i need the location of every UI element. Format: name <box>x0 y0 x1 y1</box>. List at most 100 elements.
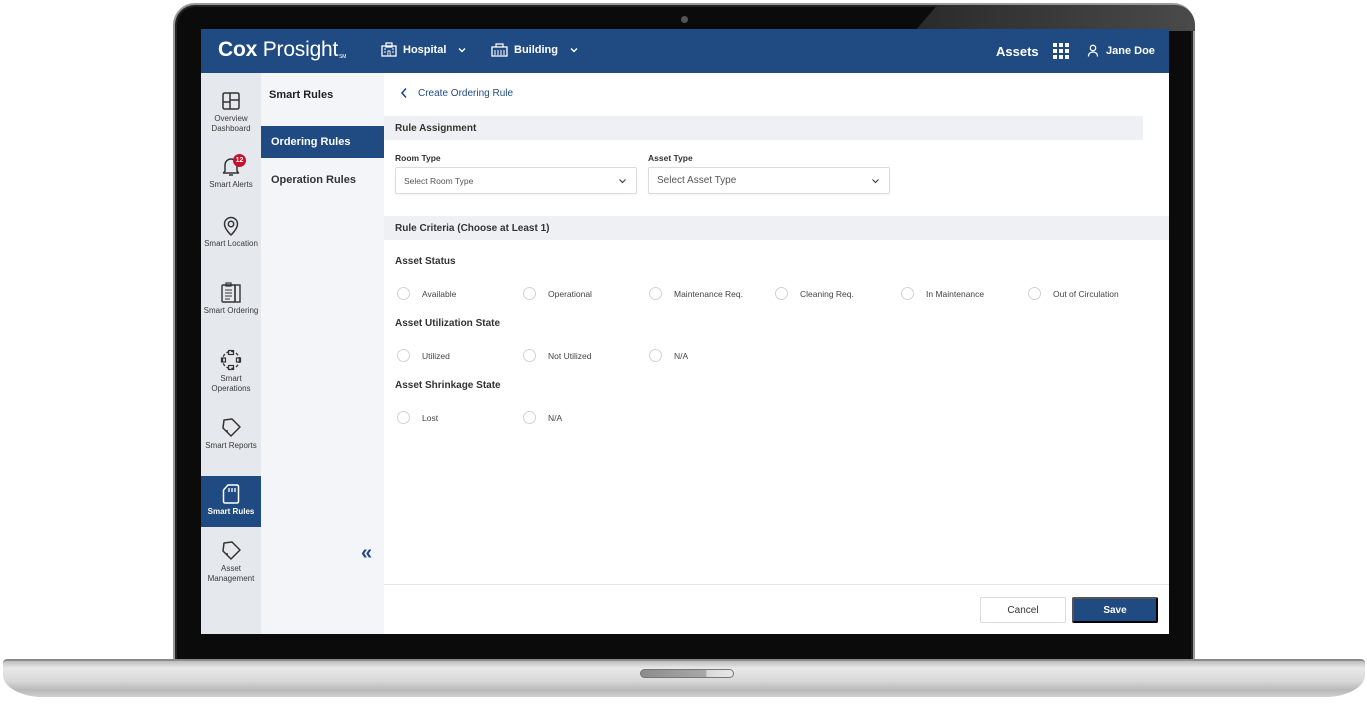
rule-assignment-header: Rule Assignment <box>384 116 1143 140</box>
room-type-placeholder: Select Room Type <box>404 175 474 186</box>
laptop-base <box>3 659 1365 697</box>
radio-circle[interactable] <box>523 287 536 300</box>
dashboard-icon <box>222 92 240 110</box>
radio-utilization-na[interactable]: N/A <box>649 349 688 362</box>
radio-circle[interactable] <box>523 349 536 362</box>
assets-link[interactable]: Assets <box>996 44 1039 59</box>
rail-item-smart-ordering[interactable]: Smart Ordering <box>201 282 261 333</box>
building-dropdown[interactable]: Building <box>491 42 579 57</box>
radio-label: N/A <box>548 412 563 423</box>
hospital-label: Hospital <box>403 43 447 56</box>
clipboard-icon <box>221 282 241 303</box>
radio-lost[interactable]: Lost <box>397 411 438 424</box>
back-link[interactable]: Create Ordering Rule <box>400 87 513 99</box>
radio-circle[interactable] <box>397 287 410 300</box>
rail-label: Smart Operations <box>211 374 251 393</box>
hospital-dropdown[interactable]: Hospital <box>381 42 467 57</box>
radio-in-maintenance[interactable]: In Maintenance <box>901 287 984 300</box>
radio-label: In Maintenance <box>926 288 985 299</box>
icon-rail: Overview Dashboard 12 Smart Alerts Smart… <box>201 73 261 634</box>
radio-out-of-circulation[interactable]: Out of Circulation <box>1028 287 1119 300</box>
building-icon <box>491 43 508 57</box>
brand-mark: SM <box>339 54 347 60</box>
radio-label: Utilized <box>422 350 450 361</box>
asset-type-label: Asset Type <box>648 153 693 163</box>
app-grid-icon[interactable] <box>1053 43 1069 59</box>
asset-type-placeholder: Select Asset Type <box>657 175 737 186</box>
rail-label: Smart Alerts <box>209 180 253 189</box>
radio-circle[interactable] <box>397 411 410 424</box>
rail-label: Smart Reports <box>205 441 257 450</box>
page-title: Create Ordering Rule <box>418 87 514 99</box>
screen-glare <box>915 5 1195 31</box>
operations-cycle-icon <box>220 349 242 371</box>
rail-label: Asset Management <box>207 564 255 583</box>
brand-bold: Cox <box>218 38 258 61</box>
radio-label: Maintenance Req. <box>674 288 743 299</box>
radio-label: N/A <box>674 350 689 361</box>
radio-circle[interactable] <box>523 411 536 424</box>
brand-light: Prosight <box>262 38 339 61</box>
hospital-icon <box>381 42 397 57</box>
collapse-sidebar-icon[interactable]: « <box>361 543 372 563</box>
sub-navigation: Smart Rules Ordering Rules Operation Rul… <box>261 73 384 634</box>
radio-utilized[interactable]: Utilized <box>397 349 450 362</box>
chevron-left-icon <box>400 87 407 99</box>
rail-item-asset-management[interactable]: Asset Management <box>201 540 261 591</box>
brand-logo[interactable]: Cox ProsightSM <box>218 38 346 62</box>
radio-circle[interactable] <box>901 287 914 300</box>
radio-circle[interactable] <box>649 287 662 300</box>
app-screen: Cox ProsightSM Hospital Building Assets … <box>201 29 1169 634</box>
webcam <box>681 16 688 23</box>
tag-icon <box>222 418 241 437</box>
radio-operational[interactable]: Operational <box>523 287 592 300</box>
room-type-select[interactable]: Select Room Type <box>395 167 637 194</box>
building-label: Building <box>514 43 558 56</box>
rail-label: Overview Dashboard <box>211 114 251 133</box>
radio-label: Not Utilized <box>548 350 592 361</box>
user-name: Jane Doe <box>1106 44 1155 57</box>
rail-item-smart-location[interactable]: Smart Location <box>201 215 261 266</box>
rule-criteria-header: Rule Criteria (Choose at Least 1) <box>384 216 1169 240</box>
radio-available[interactable]: Available <box>397 287 456 300</box>
chevron-down-icon <box>619 178 626 183</box>
user-menu[interactable]: Jane Doe <box>1087 44 1155 57</box>
radio-label: Available <box>422 288 457 299</box>
chevron-down-icon <box>458 47 466 52</box>
rail-item-smart-alerts[interactable]: 12 Smart Alerts <box>201 154 261 207</box>
rail-label: Smart Rules <box>207 507 255 516</box>
radio-maintenance-req[interactable]: Maintenance Req. <box>649 287 743 300</box>
radio-not-utilized[interactable]: Not Utilized <box>523 349 591 362</box>
room-type-label: Room Type <box>395 153 441 163</box>
asset-shrinkage-title: Asset Shrinkage State <box>395 380 501 391</box>
radio-circle[interactable] <box>1028 287 1041 300</box>
subnav-item-operation-rules[interactable]: Operation Rules <box>261 164 384 196</box>
radio-label: Cleaning Req. <box>800 288 854 299</box>
cancel-button[interactable]: Cancel <box>980 597 1066 623</box>
alerts-badge: 12 <box>233 154 246 167</box>
chevron-down-icon <box>872 178 879 183</box>
tag-icon <box>222 541 241 560</box>
subnav-item-ordering-rules[interactable]: Ordering Rules <box>261 126 384 158</box>
radio-circle[interactable] <box>775 287 788 300</box>
asset-status-title: Asset Status <box>395 256 456 267</box>
subnav-title: Smart Rules <box>269 89 334 101</box>
rail-item-smart-operations[interactable]: Smart Operations <box>201 349 261 400</box>
save-button[interactable]: Save <box>1072 597 1158 623</box>
radio-circle[interactable] <box>649 349 662 362</box>
radio-circle[interactable] <box>397 349 410 362</box>
rail-label: Smart Location <box>204 239 258 248</box>
top-bar: Cox ProsightSM Hospital Building Assets … <box>201 29 1169 73</box>
radio-label: Out of Circulation <box>1053 288 1119 299</box>
rail-item-smart-rules[interactable]: Smart Rules <box>201 476 261 527</box>
main-content: Create Ordering Rule Rule Assignment Roo… <box>384 73 1169 634</box>
radio-cleaning-req[interactable]: Cleaning Req. <box>775 287 854 300</box>
form-footer: Cancel Save <box>384 584 1169 634</box>
rail-item-smart-reports[interactable]: Smart Reports <box>201 417 261 468</box>
radio-shrinkage-na[interactable]: N/A <box>523 411 562 424</box>
asset-type-select[interactable]: Select Asset Type <box>648 167 890 194</box>
rail-item-overview-dashboard[interactable]: Overview Dashboard <box>201 91 261 142</box>
asset-utilization-title: Asset Utilization State <box>395 318 501 329</box>
rail-label: Smart Ordering <box>203 306 259 315</box>
location-pin-icon <box>223 216 239 236</box>
